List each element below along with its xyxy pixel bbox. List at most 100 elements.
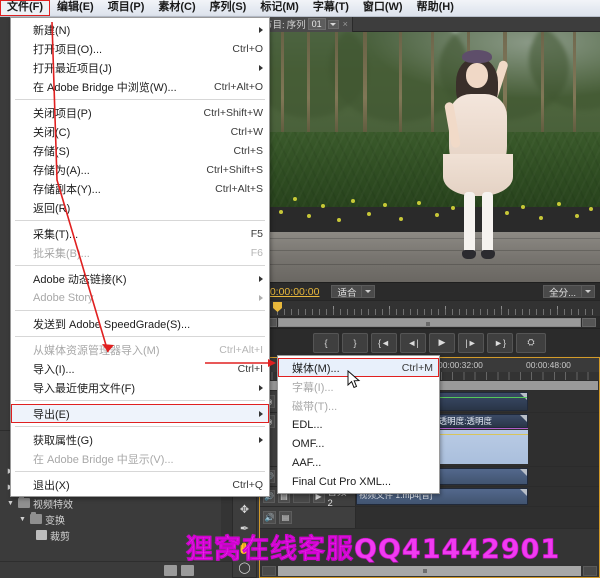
menu-title[interactable]: 字幕(T) bbox=[306, 0, 356, 16]
menu-item-label: 在 Adobe Bridge 中显示(V)... bbox=[33, 453, 174, 466]
menu-item-revert[interactable]: 返回(R) bbox=[11, 198, 269, 217]
menu-item-browse-in-bridge[interactable]: 在 Adobe Bridge 中浏览(W)... Ctrl+Alt+O bbox=[11, 77, 269, 96]
menu-item-label: 打开项目(O)... bbox=[33, 43, 103, 56]
track-row[interactable]: 🔊 ▤ bbox=[260, 507, 599, 529]
track-header[interactable]: 🔊 ▤ bbox=[260, 507, 356, 528]
menu-item-label: 存储(S) bbox=[33, 145, 70, 158]
submenu-item-edl[interactable]: EDL... bbox=[278, 415, 439, 434]
submenu-item-final-cut-pro-xml[interactable]: Final Cut Pro XML... bbox=[278, 472, 439, 491]
menu-separator bbox=[15, 336, 265, 337]
go-to-out-button[interactable]: ►} bbox=[487, 332, 513, 353]
menu-item-import-recent-file[interactable]: 导入最近使用文件(F) bbox=[11, 378, 269, 397]
pen-tool[interactable]: ✒ bbox=[234, 519, 255, 538]
menu-sequence[interactable]: 序列(S) bbox=[203, 0, 254, 16]
new-bin-icon[interactable] bbox=[164, 564, 177, 576]
submenu-item-omf[interactable]: OMF... bbox=[278, 434, 439, 453]
menu-item-label: 媒体(M)... bbox=[292, 362, 340, 375]
new-preset-icon[interactable] bbox=[181, 564, 194, 576]
mark-out-button[interactable]: } bbox=[342, 332, 368, 353]
menu-item-open-recent[interactable]: 打开最近项目(J) bbox=[11, 58, 269, 77]
menu-item-close[interactable]: 关闭(C) Ctrl+W bbox=[11, 122, 269, 141]
hand-tool[interactable]: ✋ bbox=[234, 539, 255, 558]
program-monitor-video[interactable] bbox=[259, 32, 600, 282]
program-timecode[interactable]: 00:00:00:00 bbox=[264, 286, 319, 298]
menu-item-shortcut: Ctrl+Alt+O bbox=[213, 80, 263, 93]
program-monitor-scrollbar[interactable] bbox=[259, 316, 600, 328]
export-frame-button[interactable]: ⛭ bbox=[516, 332, 546, 353]
mark-in-button[interactable]: { bbox=[313, 332, 339, 353]
menu-item-save-a-copy[interactable]: 存储副本(Y)... Ctrl+Alt+S bbox=[11, 179, 269, 198]
submenu-item-aaf[interactable]: AAF... bbox=[278, 453, 439, 472]
scene-subject-person bbox=[436, 49, 522, 270]
menu-file[interactable]: 文件(F) bbox=[0, 0, 51, 16]
twirl-down-icon[interactable]: ▼ bbox=[6, 500, 15, 507]
step-forward-button[interactable]: |► bbox=[458, 332, 484, 353]
slide-tool[interactable]: ✥ bbox=[234, 500, 255, 519]
tab-sequence-label: 序列 bbox=[286, 20, 306, 31]
menu-item-label: 磁带(T)... bbox=[292, 400, 338, 413]
zoom-level-select[interactable]: 适合 bbox=[331, 285, 376, 299]
clip-corner-handle[interactable] bbox=[520, 489, 527, 496]
menu-item-adobe-story: Adobe Story bbox=[11, 288, 269, 307]
menu-project[interactable]: 项目(P) bbox=[101, 0, 152, 16]
menu-item-send-to-speedgrade[interactable]: 发送到 Adobe SpeedGrade(S)... bbox=[11, 314, 269, 333]
menu-help[interactable]: 帮助(H) bbox=[410, 0, 461, 16]
zoom-tool[interactable]: ◯ bbox=[234, 558, 255, 577]
menu-item-close-project[interactable]: 关闭项目(P) Ctrl+Shift+W bbox=[11, 103, 269, 122]
chevron-right-icon bbox=[259, 275, 263, 282]
menu-item-import[interactable]: 导入(I)... Ctrl+I bbox=[11, 359, 269, 378]
menu-item-label: 批采集(B)... bbox=[33, 247, 90, 260]
timeline-bottom-scrollbar[interactable] bbox=[260, 564, 599, 577]
menu-window[interactable]: 窗口(W) bbox=[356, 0, 410, 16]
go-to-in-button[interactable]: {◄ bbox=[371, 332, 397, 353]
menu-item-exit[interactable]: 退出(X) Ctrl+Q bbox=[11, 475, 269, 494]
menu-item-open-project[interactable]: 打开项目(O)... Ctrl+O bbox=[11, 39, 269, 58]
chevron-down-icon[interactable] bbox=[361, 286, 374, 297]
menu-item-label: Adobe 动态链接(K) bbox=[33, 273, 127, 286]
clip-corner-handle[interactable] bbox=[520, 415, 527, 422]
track-body[interactable] bbox=[356, 507, 599, 528]
playback-quality-select[interactable]: 全分... bbox=[543, 285, 595, 299]
menu-item-save-as[interactable]: 存储为(A)... Ctrl+Shift+S bbox=[11, 160, 269, 179]
twirl-down-icon[interactable]: ▼ bbox=[18, 516, 27, 523]
menu-item-get-properties-for[interactable]: 获取属性(G) bbox=[11, 430, 269, 449]
menu-item-label: OMF... bbox=[292, 437, 325, 450]
menu-item-adobe-dynamic-link[interactable]: Adobe 动态链接(K) bbox=[11, 269, 269, 288]
program-monitor-panel: 节目: 序列 01 × 00:00:00:00 适合 全分... {} {◄ … bbox=[259, 16, 600, 357]
lock-icon[interactable]: ▤ bbox=[279, 511, 292, 524]
close-icon[interactable]: × bbox=[341, 19, 348, 29]
scrollbar-track[interactable] bbox=[278, 565, 581, 576]
step-back-button[interactable]: ◄| bbox=[400, 332, 426, 353]
menu-item-save[interactable]: 存储(S) Ctrl+S bbox=[11, 141, 269, 160]
chevron-right-icon bbox=[259, 64, 263, 71]
list-item[interactable]: ▼ 变换 bbox=[0, 511, 232, 527]
chevron-down-icon[interactable] bbox=[581, 286, 594, 297]
menu-item-label: 存储为(A)... bbox=[33, 164, 90, 177]
menu-item-label: 字幕(I)... bbox=[292, 381, 334, 394]
menu-item-export[interactable]: 导出(E) bbox=[11, 404, 269, 423]
scrollbar-left-handle[interactable] bbox=[262, 565, 276, 576]
menu-item-shortcut: Ctrl+Q bbox=[232, 478, 263, 491]
tab-program-sequence[interactable]: 节目: 序列 01 × bbox=[259, 16, 353, 32]
menu-marker[interactable]: 标记(M) bbox=[253, 0, 306, 16]
menu-separator bbox=[15, 400, 265, 401]
menu-item-capture[interactable]: 采集(T)... F5 bbox=[11, 224, 269, 243]
scene-pavement bbox=[259, 232, 600, 282]
program-monitor-ruler[interactable] bbox=[259, 300, 600, 316]
speaker-icon[interactable]: 🔊 bbox=[263, 511, 276, 524]
chevron-down-icon[interactable] bbox=[327, 19, 339, 29]
clip-keyframe-label[interactable]: 透明度:透明度 bbox=[435, 416, 492, 426]
list-item[interactable]: 裁剪 bbox=[0, 527, 232, 543]
menu-edit[interactable]: 编辑(E) bbox=[50, 0, 101, 16]
scrollbar-track[interactable] bbox=[278, 317, 581, 327]
scrollbar-right-handle[interactable] bbox=[582, 317, 596, 327]
menu-item-new[interactable]: 新建(N) bbox=[11, 20, 269, 39]
folder-icon bbox=[30, 512, 42, 524]
play-button[interactable]: ▶ bbox=[429, 332, 455, 353]
scrollbar-right-handle[interactable] bbox=[583, 565, 597, 576]
list-item-label: 裁剪 bbox=[50, 531, 70, 543]
list-item[interactable]: ▼ 视频特效 bbox=[0, 495, 232, 511]
clip-corner-handle[interactable] bbox=[520, 469, 527, 476]
menu-bar: 文件(F) 编辑(E) 项目(P) 素材(C) 序列(S) 标记(M) 字幕(T… bbox=[0, 0, 600, 17]
menu-clip[interactable]: 素材(C) bbox=[151, 0, 202, 16]
